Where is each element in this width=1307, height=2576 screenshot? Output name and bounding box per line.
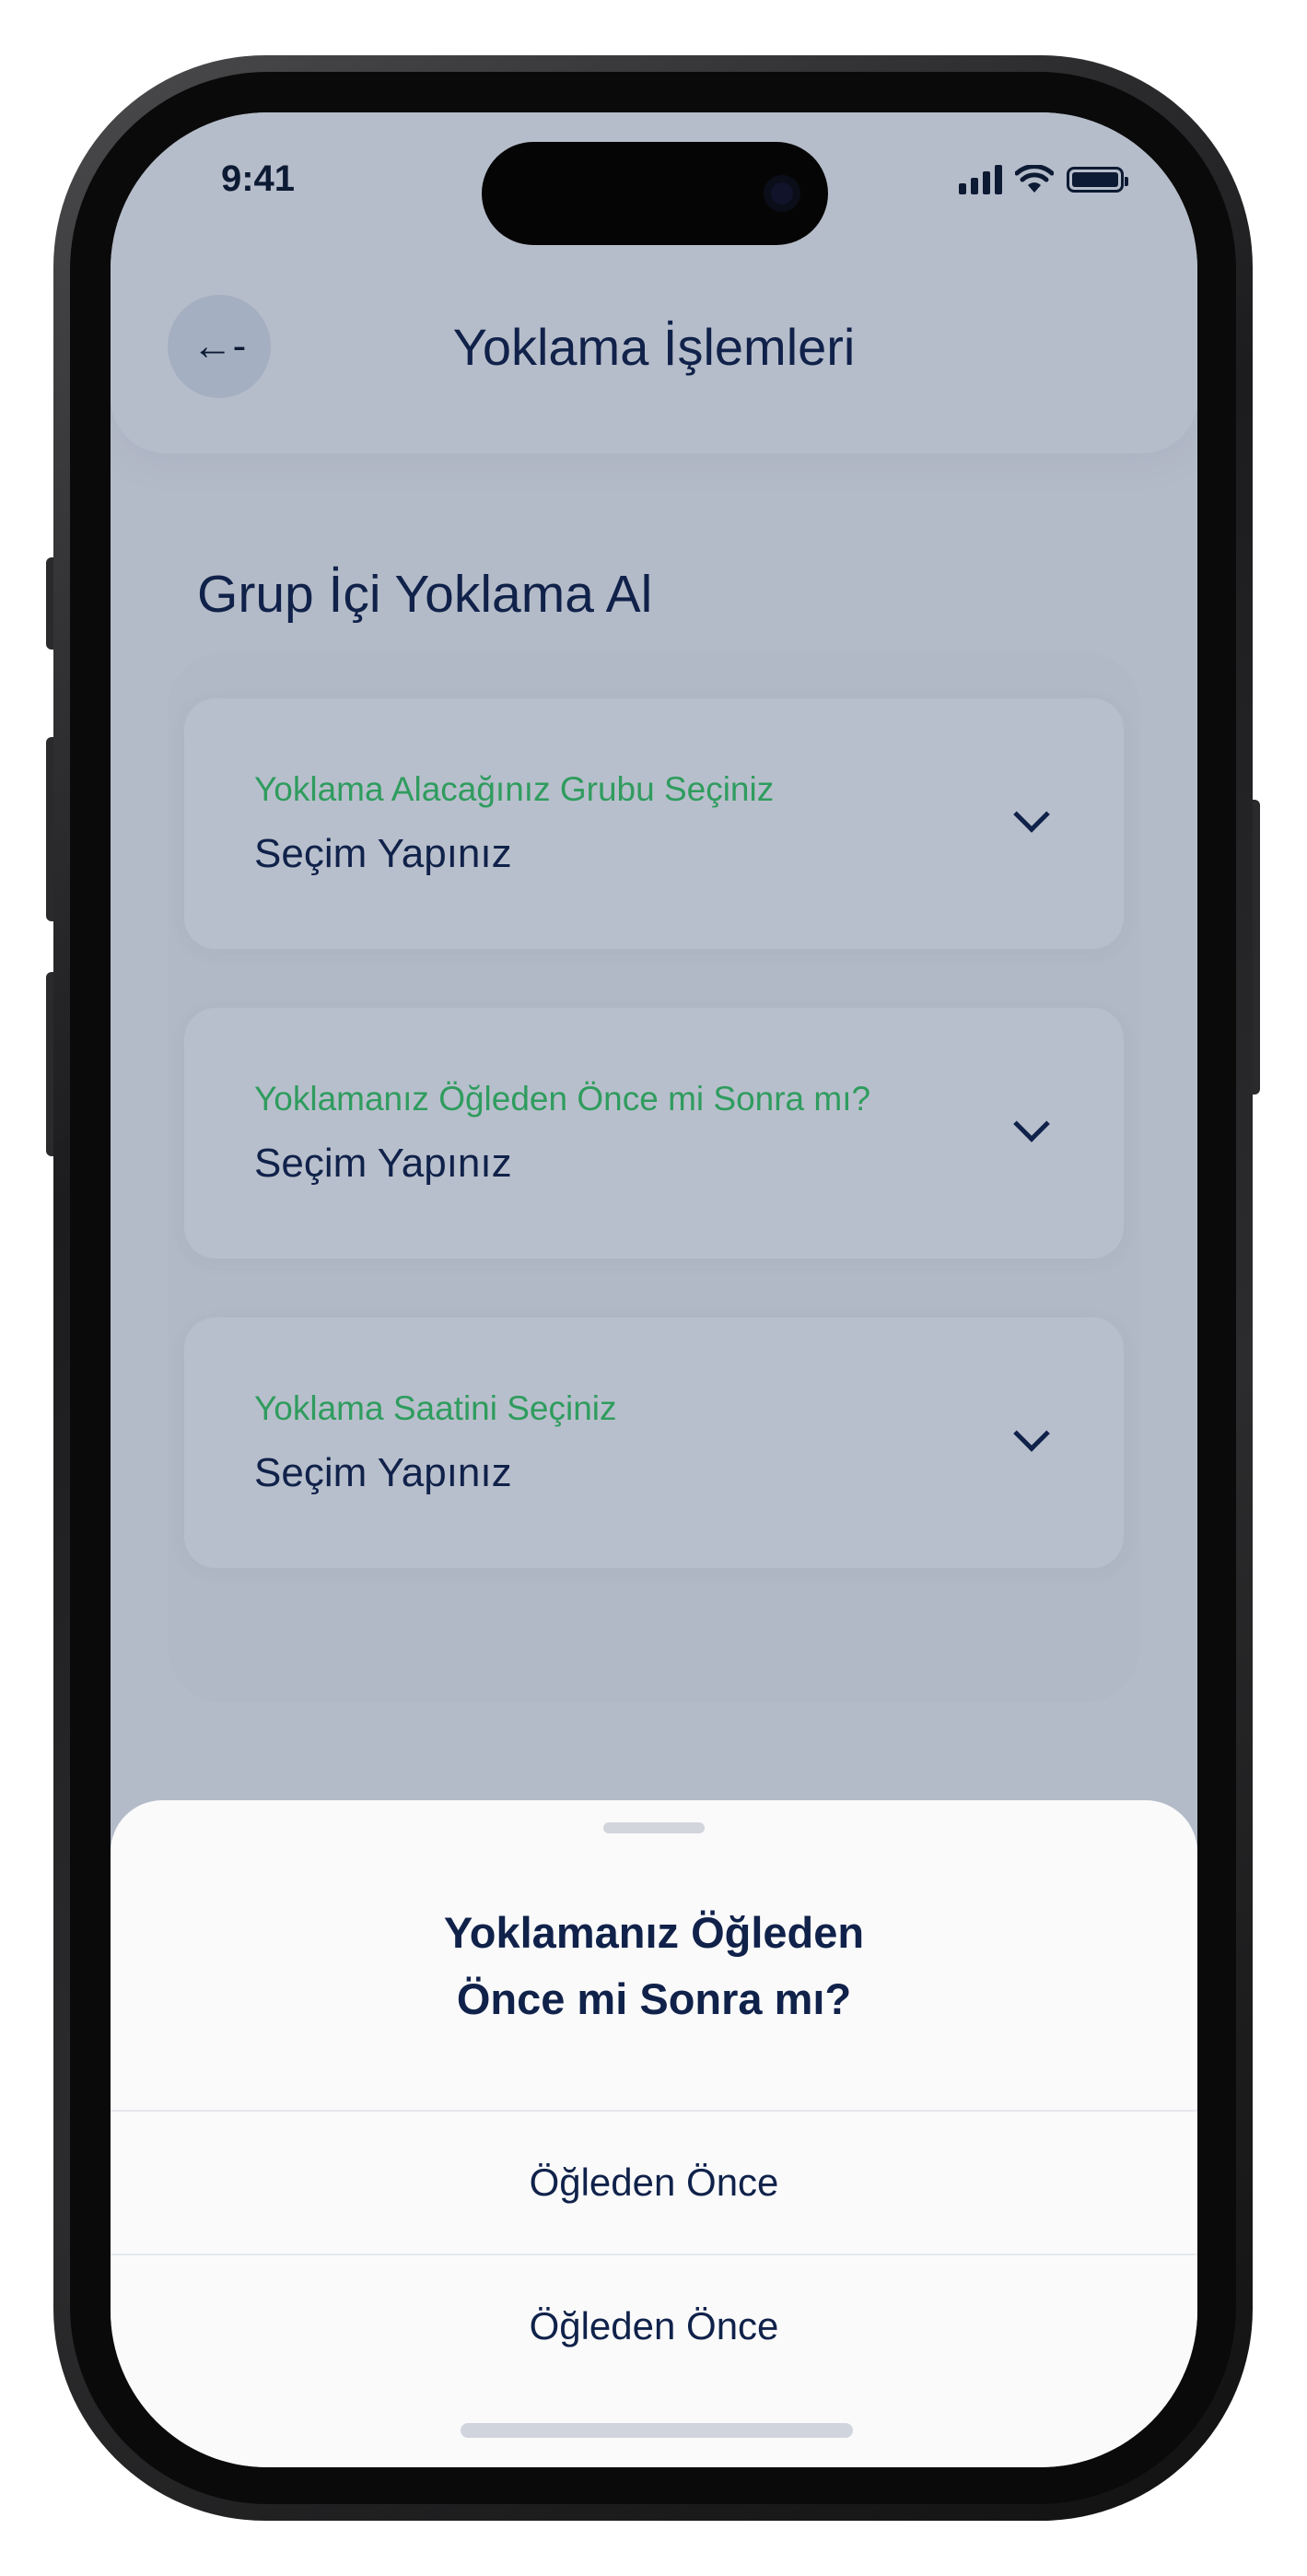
camera-icon bbox=[764, 175, 800, 212]
status-icons bbox=[959, 157, 1128, 203]
chevron-down-icon bbox=[1013, 796, 1050, 833]
field-value: Seçim Yapınız bbox=[254, 1450, 512, 1495]
time-of-day-select-field[interactable]: Yoklamanız Öğleden Önce mi Sonra mı? Seç… bbox=[184, 1008, 1124, 1259]
field-value: Seçim Yapınız bbox=[254, 1141, 512, 1186]
chevron-down-icon bbox=[1013, 1415, 1050, 1452]
field-value: Seçim Yapınız bbox=[254, 831, 512, 876]
sheet-grabber[interactable] bbox=[603, 1822, 705, 1833]
wifi-icon bbox=[1015, 165, 1054, 193]
sheet-title-line1: Yoklamanız Öğleden bbox=[443, 1908, 865, 1957]
bottom-sheet: Yoklamanız Öğleden Önce mi Sonra mı? Öğl… bbox=[111, 1800, 1197, 2467]
option-item[interactable]: Öğleden Önce bbox=[111, 2254, 1197, 2397]
hour-select-field[interactable]: Yoklama Saatini Seçiniz Seçim Yapınız bbox=[184, 1317, 1124, 1568]
sheet-title-line2: Önce mi Sonra mı? bbox=[456, 1974, 852, 2023]
status-time: 9:41 bbox=[220, 158, 296, 199]
field-label: Yoklamanız Öğleden Önce mi Sonra mı? bbox=[254, 1080, 871, 1118]
chevron-down-icon bbox=[1013, 1106, 1050, 1142]
group-select-field[interactable]: Yoklama Alacağınız Grubu Seçiniz Seçim Y… bbox=[184, 698, 1124, 949]
dynamic-island bbox=[482, 142, 828, 245]
page-title: Yoklama İşlemleri bbox=[452, 318, 856, 376]
home-indicator[interactable] bbox=[461, 2423, 853, 2438]
sheet-title: Yoklamanız Öğleden Önce mi Sonra mı? bbox=[286, 1900, 1022, 2032]
field-label: Yoklama Saatini Seçiniz bbox=[254, 1389, 617, 1427]
section-title: Grup İçi Yoklama Al bbox=[197, 565, 653, 624]
battery-icon bbox=[1067, 167, 1128, 193]
cellular-signal-icon bbox=[959, 165, 1002, 194]
field-label: Yoklama Alacağınız Grubu Seçiniz bbox=[254, 770, 775, 808]
screen: ←- Yoklama İşlemleri 9:41 Grup İçi Yokla… bbox=[111, 112, 1197, 2467]
option-item[interactable]: Öğleden Önce bbox=[111, 2110, 1197, 2254]
